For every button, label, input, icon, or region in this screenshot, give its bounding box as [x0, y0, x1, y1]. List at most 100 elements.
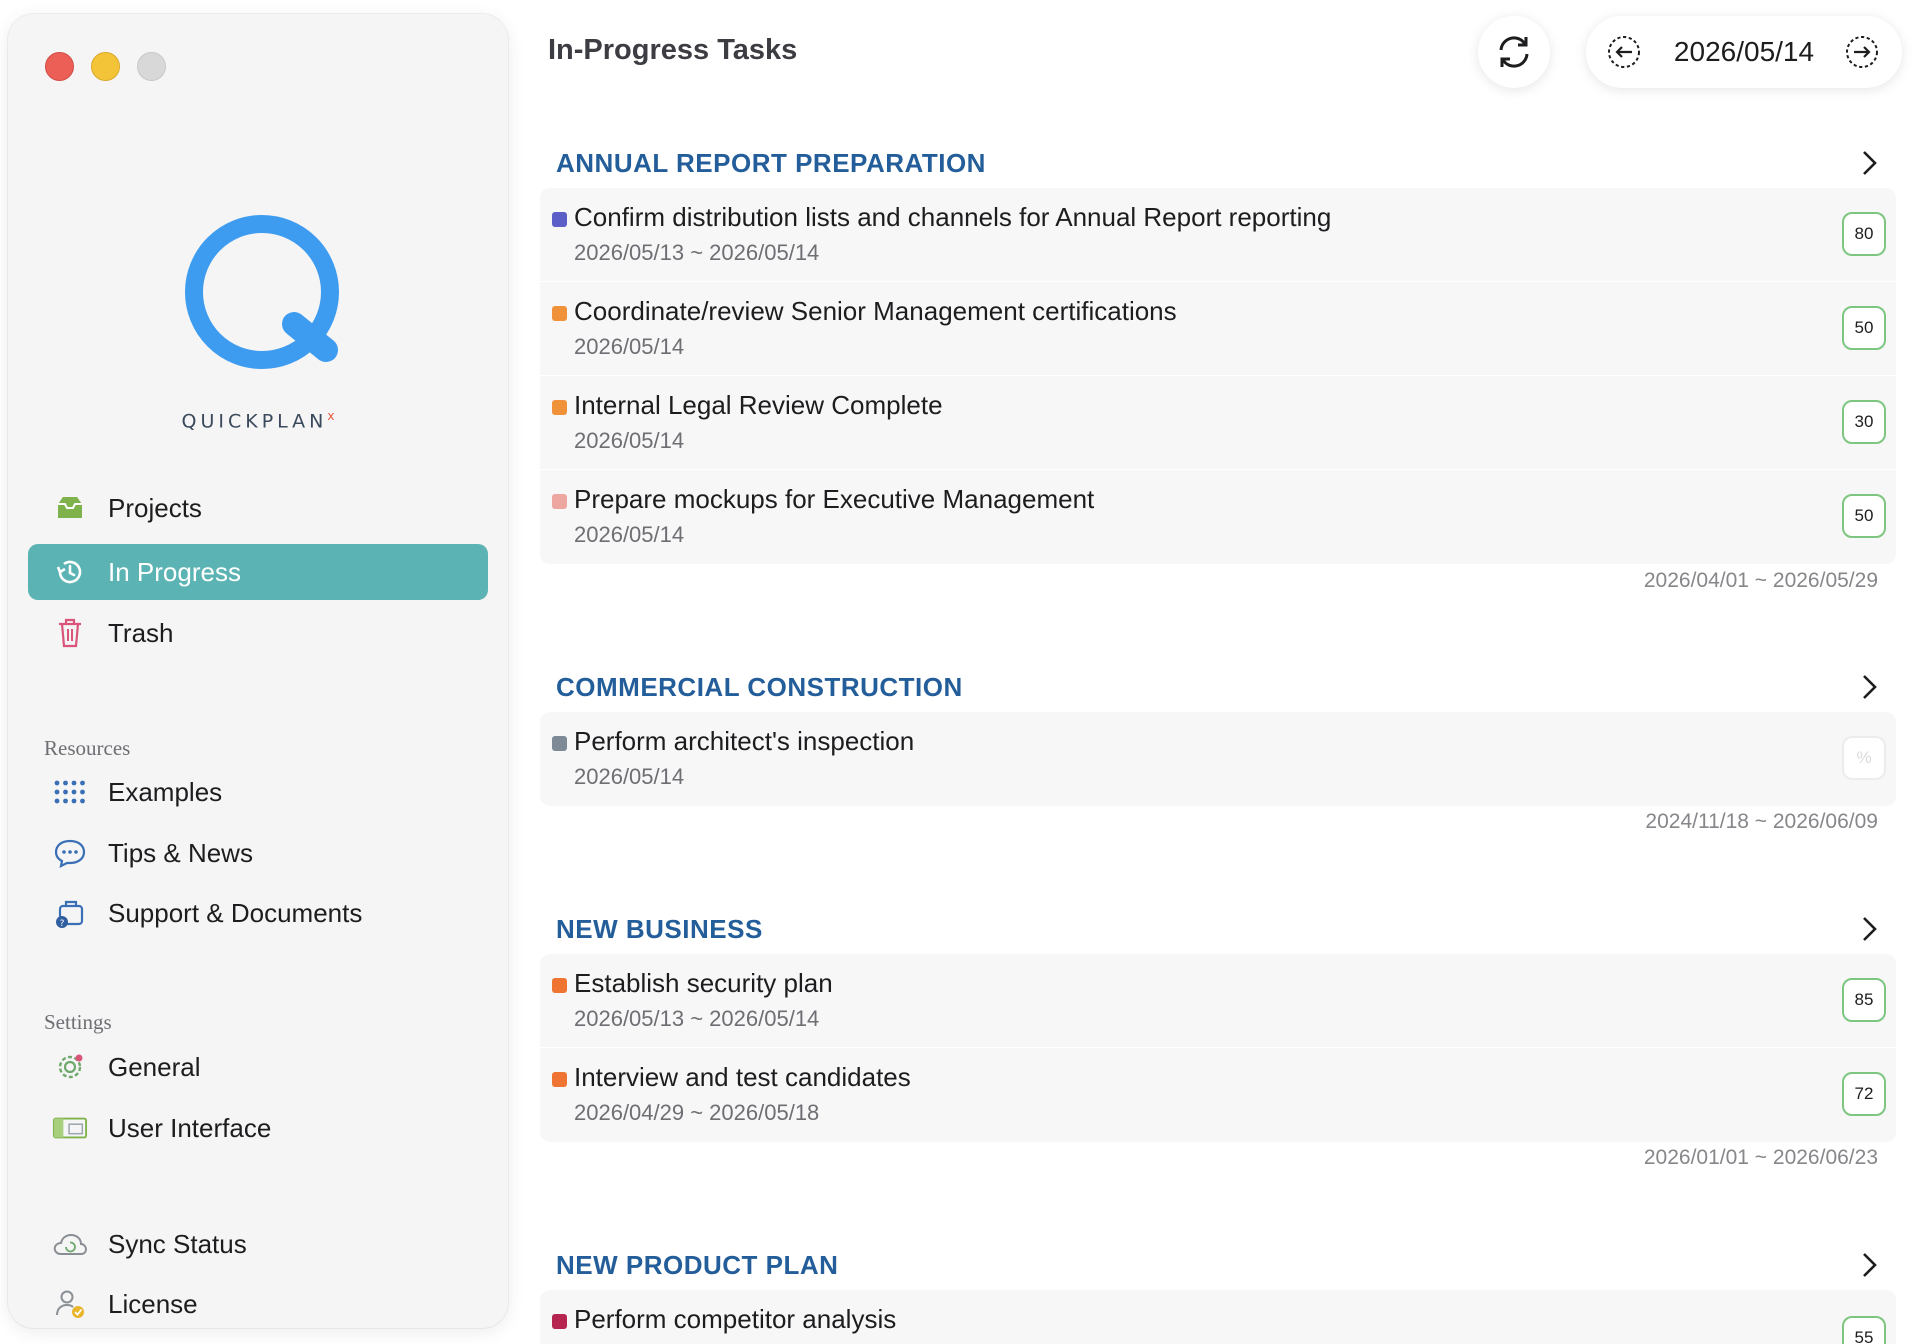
- task-row[interactable]: Confirm distribution lists and channels …: [540, 188, 1896, 282]
- sidebar-item-projects[interactable]: Projects: [28, 480, 488, 536]
- task-percent-badge[interactable]: 72: [1842, 1072, 1886, 1116]
- gear-icon: [52, 1049, 88, 1085]
- sidebar-item-label: License: [108, 1288, 198, 1319]
- sidebar-item-label: General: [108, 1051, 201, 1082]
- task-row[interactable]: Prepare mockups for Executive Management…: [540, 470, 1896, 564]
- user-badge-icon: [52, 1286, 88, 1322]
- task-row[interactable]: Perform architect's inspection 2026/05/1…: [540, 712, 1896, 806]
- sidebar-item-examples[interactable]: Examples: [28, 764, 488, 820]
- sidebar-item-label: Sync Status: [108, 1228, 247, 1259]
- task-dates: 2026/05/14: [574, 428, 685, 453]
- current-date: 2026/05/14: [1673, 36, 1815, 67]
- task-percent-badge[interactable]: 30: [1842, 400, 1886, 444]
- tray-icon: [52, 490, 88, 526]
- task-color-marker: [552, 1072, 567, 1087]
- cloud-sync-icon: [52, 1226, 88, 1262]
- task-dates: 2026/05/14: [574, 764, 685, 789]
- task-percent-badge[interactable]: 55: [1842, 1316, 1886, 1344]
- task-name: Coordinate/review Senior Management cert…: [574, 296, 1177, 326]
- sidebar-item-label: Projects: [108, 492, 202, 523]
- task-row[interactable]: Internal Legal Review Complete 2026/05/1…: [540, 376, 1896, 470]
- chevron-right-icon[interactable]: [1858, 914, 1880, 944]
- task-dates: 2026/05/14: [574, 522, 685, 547]
- task-dates: 2026/05/13 ~ 2026/05/14: [574, 1006, 820, 1031]
- task-color-marker: [552, 306, 567, 321]
- project-title[interactable]: ANNUAL REPORT PREPARATION: [556, 148, 986, 179]
- task-percent-badge[interactable]: 50: [1842, 306, 1886, 350]
- task-dates: 2026/05/14: [574, 334, 685, 359]
- sidebar-item-license[interactable]: License: [28, 1276, 488, 1332]
- sidebar-item-user-interface[interactable]: User Interface: [28, 1100, 488, 1156]
- project-title[interactable]: COMMERCIAL CONSTRUCTION: [556, 672, 963, 703]
- task-list: Perform architect's inspection 2026/05/1…: [540, 712, 1896, 806]
- quickplan-logo-icon: [185, 215, 339, 369]
- project-date-range: 2024/11/18 ~ 2026/06/09: [1645, 810, 1878, 833]
- sidebar-item-sync-status[interactable]: Sync Status: [28, 1216, 488, 1272]
- date-navigator: 2026/05/14: [1586, 16, 1902, 88]
- task-percent-badge[interactable]: 85: [1842, 978, 1886, 1022]
- task-color-marker: [552, 736, 567, 751]
- settings-header: Settings: [44, 1010, 112, 1034]
- window-icon: [52, 1110, 88, 1146]
- svg-text:?: ?: [60, 919, 65, 929]
- sidebar-item-label: In Progress: [108, 556, 241, 587]
- sidebar: QUICKPLANx Projects In Progress Trash Re…: [8, 14, 508, 1328]
- task-list: Confirm distribution lists and channels …: [540, 188, 1896, 564]
- sidebar-item-general[interactable]: General: [28, 1039, 488, 1095]
- sidebar-item-support-documents[interactable]: ? Support & Documents: [28, 885, 488, 941]
- trash-icon: [52, 615, 88, 651]
- briefcase-help-icon: ?: [52, 895, 88, 931]
- task-color-marker: [552, 212, 567, 227]
- task-dates: 2026/05/13 ~ 2026/05/14: [574, 240, 820, 265]
- sidebar-item-trash[interactable]: Trash: [28, 605, 488, 661]
- project-title[interactable]: NEW BUSINESS: [556, 914, 763, 945]
- chat-bubble-icon: [52, 835, 88, 871]
- task-name: Internal Legal Review Complete: [574, 390, 943, 420]
- task-dates: 2026/04/29 ~ 2026/05/18: [574, 1100, 820, 1125]
- task-percent-badge[interactable]: 80: [1842, 212, 1886, 256]
- task-color-marker: [552, 400, 567, 415]
- sidebar-item-label: User Interface: [108, 1112, 272, 1143]
- sync-button[interactable]: [1478, 16, 1550, 88]
- refresh-icon: [1499, 36, 1529, 68]
- task-name: Establish security plan: [574, 968, 833, 998]
- chevron-right-icon[interactable]: [1858, 1250, 1880, 1280]
- zoom-window-button[interactable]: [137, 52, 166, 81]
- task-row[interactable]: Perform competitor analysis 55: [540, 1290, 1896, 1344]
- chevron-right-icon[interactable]: [1858, 148, 1880, 178]
- task-color-marker: [552, 978, 567, 993]
- task-list: Perform competitor analysis 55: [540, 1290, 1896, 1344]
- task-percent-badge[interactable]: 50: [1842, 494, 1886, 538]
- task-name: Perform competitor analysis: [574, 1304, 897, 1334]
- task-row[interactable]: Interview and test candidates 2026/04/29…: [540, 1048, 1896, 1142]
- sidebar-item-label: Examples: [108, 776, 223, 807]
- close-window-button[interactable]: [45, 52, 74, 81]
- task-row[interactable]: Coordinate/review Senior Management cert…: [540, 282, 1896, 376]
- task-name: Confirm distribution lists and channels …: [574, 202, 1332, 232]
- task-row[interactable]: Establish security plan 2026/05/13 ~ 202…: [540, 954, 1896, 1048]
- sidebar-item-label: Support & Documents: [108, 897, 363, 928]
- grid-dots-icon: [52, 774, 88, 810]
- brand-name: QUICKPLANx: [181, 409, 335, 433]
- project-title[interactable]: NEW PRODUCT PLAN: [556, 1250, 838, 1281]
- previous-day-button[interactable]: [1606, 34, 1642, 70]
- sidebar-item-tips-news[interactable]: Tips & News: [28, 825, 488, 881]
- task-color-marker: [552, 494, 567, 509]
- project-date-range: 2026/01/01 ~ 2026/06/23: [1643, 1146, 1878, 1169]
- resources-header: Resources: [44, 736, 131, 760]
- task-color-marker: [552, 1314, 567, 1329]
- task-percent-badge[interactable]: %: [1842, 736, 1886, 780]
- task-name: Interview and test candidates: [574, 1062, 911, 1092]
- minimize-window-button[interactable]: [91, 52, 120, 81]
- sidebar-item-label: Trash: [108, 617, 174, 648]
- sidebar-item-in-progress[interactable]: In Progress: [28, 544, 488, 600]
- page-title: In-Progress Tasks: [548, 34, 798, 66]
- next-day-button[interactable]: [1844, 34, 1880, 70]
- task-name: Prepare mockups for Executive Management: [574, 484, 1095, 514]
- task-list: Establish security plan 2026/05/13 ~ 202…: [540, 954, 1896, 1142]
- clock-arrow-icon: [52, 554, 88, 590]
- project-date-range: 2026/04/01 ~ 2026/05/29: [1643, 569, 1878, 592]
- task-name: Perform architect's inspection: [574, 726, 915, 756]
- chevron-right-icon[interactable]: [1858, 672, 1880, 702]
- sidebar-item-label: Tips & News: [108, 837, 253, 868]
